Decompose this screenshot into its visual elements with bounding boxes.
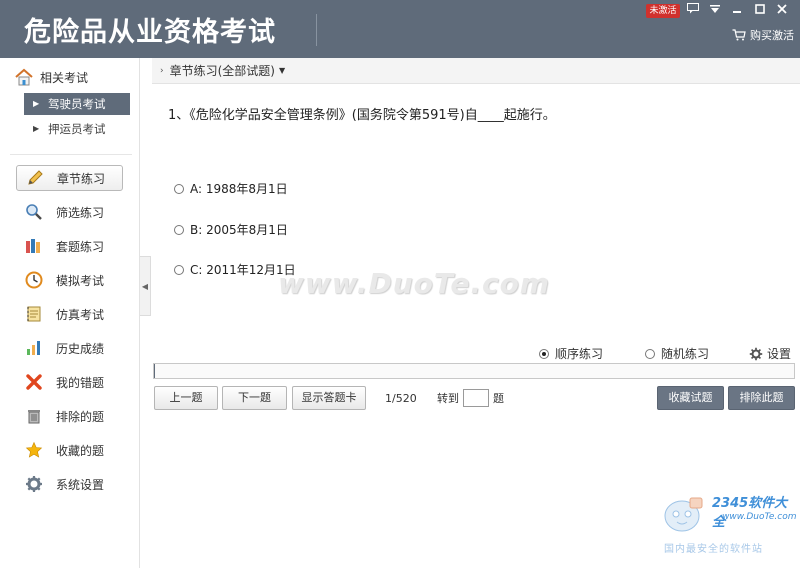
sidebar: 相关考试 ▶ 驾驶员考试 ▶ 押运员考试 章节练习 筛选练习 套题练习 模拟考试… bbox=[0, 58, 140, 568]
buy-activate-label: 购买激活 bbox=[750, 29, 794, 42]
mode-random-radio[interactable] bbox=[645, 348, 655, 359]
question-counter: 1/520 bbox=[385, 392, 417, 405]
activation-badge[interactable]: 未激活 bbox=[646, 4, 680, 18]
nav-label: 套题练习 bbox=[56, 239, 105, 254]
related-exams-header[interactable]: 相关考试 bbox=[14, 68, 88, 86]
trash-icon bbox=[24, 407, 44, 425]
nav-simulation-exam[interactable]: 仿真考试 bbox=[16, 301, 123, 327]
title-bar: 危险品从业资格考试 未激活 购买激活 bbox=[0, 0, 800, 58]
cart-icon bbox=[732, 29, 746, 41]
sub-item-label: 驾驶员考试 bbox=[48, 97, 106, 111]
cross-icon bbox=[24, 373, 44, 391]
magnifier-icon bbox=[24, 203, 44, 221]
close-icon[interactable] bbox=[773, 2, 791, 20]
show-answer-card-button[interactable]: 显示答题卡 bbox=[292, 386, 366, 410]
star-icon bbox=[24, 441, 44, 459]
option-label: A: 1988年8月1日 bbox=[190, 182, 288, 196]
duote-watermark: www.DuoTe.com bbox=[278, 267, 550, 300]
sidebar-item-escort-exam[interactable]: ▶ 押运员考试 bbox=[24, 118, 130, 140]
gear-icon bbox=[24, 475, 44, 493]
title-separator bbox=[316, 14, 317, 46]
home-icon bbox=[15, 68, 33, 86]
nav-label: 排除的题 bbox=[56, 409, 105, 424]
mode-random-label: 随机练习 bbox=[661, 347, 710, 361]
logo-title: 2345软件大全 bbox=[712, 496, 788, 530]
nav-wrong-questions[interactable]: 我的错题 bbox=[16, 369, 123, 395]
goto-input[interactable] bbox=[463, 389, 489, 407]
caret-right-icon: ▶ bbox=[33, 124, 40, 133]
notebook-icon bbox=[24, 305, 44, 323]
settings-label: 设置 bbox=[767, 347, 792, 361]
nav-label: 章节练习 bbox=[57, 171, 106, 186]
goto-question: 转到 题 bbox=[437, 389, 504, 407]
nav-set-practice[interactable]: 套题练习 bbox=[16, 233, 123, 259]
option-a[interactable]: A: 1988年8月1日 bbox=[174, 180, 288, 197]
gear-icon bbox=[749, 347, 763, 360]
nav-label: 历史成绩 bbox=[56, 341, 105, 356]
nav-chapter-practice[interactable]: 章节练习 bbox=[16, 165, 123, 191]
chevron-right-icon: › bbox=[160, 65, 164, 76]
bar-chart-icon bbox=[24, 339, 44, 357]
nav-label: 筛选练习 bbox=[56, 205, 105, 220]
option-b[interactable]: B: 2005年8月1日 bbox=[174, 221, 288, 238]
maximize-icon[interactable] bbox=[751, 2, 769, 20]
related-exams-label: 相关考试 bbox=[40, 70, 89, 85]
app-title: 危险品从业资格考试 bbox=[24, 17, 276, 48]
option-label: B: 2005年8月1日 bbox=[190, 223, 288, 237]
feedback-icon[interactable] bbox=[684, 2, 702, 20]
favorite-question-button[interactable]: 收藏试题 bbox=[657, 386, 724, 410]
mode-sequential-radio[interactable] bbox=[539, 348, 549, 359]
nav-label: 仿真考试 bbox=[56, 307, 105, 322]
nav-label: 模拟考试 bbox=[56, 273, 105, 288]
settings-button[interactable]: 设置 bbox=[749, 345, 791, 362]
option-radio[interactable] bbox=[174, 224, 184, 235]
clock-icon bbox=[24, 271, 44, 289]
nav-system-settings[interactable]: 系统设置 bbox=[16, 471, 123, 497]
prev-question-button[interactable]: 上一题 bbox=[154, 386, 218, 410]
question-text: 1、《危险化学品安全管理条例》(国务院令第591号)自____起施行。 bbox=[168, 108, 556, 123]
mode-sequential-label: 顺序练习 bbox=[555, 347, 604, 361]
menu-icon[interactable] bbox=[706, 2, 724, 20]
progress-fill bbox=[154, 364, 156, 378]
nav-label: 系统设置 bbox=[56, 477, 105, 492]
logo-url: www.DuoTe.com bbox=[722, 512, 797, 522]
next-question-button[interactable]: 下一题 bbox=[222, 386, 287, 410]
mode-sequential[interactable]: 顺序练习 bbox=[539, 345, 603, 362]
goto-label: 转到 bbox=[437, 392, 459, 405]
dropdown-arrow-icon: ▼ bbox=[278, 66, 286, 75]
software-site-watermark: 2345软件大全 www.DuoTe.com 国内最安全的软件站 bbox=[660, 490, 797, 562]
books-icon bbox=[24, 237, 44, 255]
buy-activate-button[interactable]: 购买激活 bbox=[732, 27, 794, 43]
progress-bar bbox=[153, 363, 795, 379]
nav-excluded-questions[interactable]: 排除的题 bbox=[16, 403, 123, 429]
nav-history-scores[interactable]: 历史成绩 bbox=[16, 335, 123, 361]
sidebar-item-driver-exam[interactable]: ▶ 驾驶员考试 bbox=[24, 93, 130, 115]
option-radio[interactable] bbox=[174, 264, 184, 275]
chevron-left-icon: ◀ bbox=[141, 282, 149, 291]
breadcrumb[interactable]: › 章节练习(全部试题) ▼ bbox=[152, 58, 800, 84]
nav-mock-exam[interactable]: 模拟考试 bbox=[16, 267, 123, 293]
minimize-icon[interactable] bbox=[728, 2, 746, 20]
nav-filter-practice[interactable]: 筛选练习 bbox=[16, 199, 123, 225]
sidebar-divider bbox=[10, 154, 132, 155]
breadcrumb-label: 章节练习(全部试题) bbox=[169, 64, 275, 78]
goto-suffix: 题 bbox=[493, 392, 504, 405]
nav-label: 收藏的题 bbox=[56, 443, 105, 458]
caret-right-icon: ▶ bbox=[33, 99, 40, 108]
sub-item-label: 押运员考试 bbox=[48, 122, 106, 136]
nav-label: 我的错题 bbox=[56, 375, 105, 390]
mode-random[interactable]: 随机练习 bbox=[645, 345, 709, 362]
logo-tagline: 国内最安全的软件站 bbox=[664, 544, 763, 555]
option-radio[interactable] bbox=[174, 183, 184, 194]
mascot-logo-icon bbox=[664, 497, 703, 532]
nav-favorite-questions[interactable]: 收藏的题 bbox=[16, 437, 123, 463]
exclude-question-button[interactable]: 排除此题 bbox=[728, 386, 795, 410]
pencil-icon bbox=[25, 169, 45, 187]
sidebar-collapse-handle[interactable]: ◀ bbox=[140, 256, 151, 316]
